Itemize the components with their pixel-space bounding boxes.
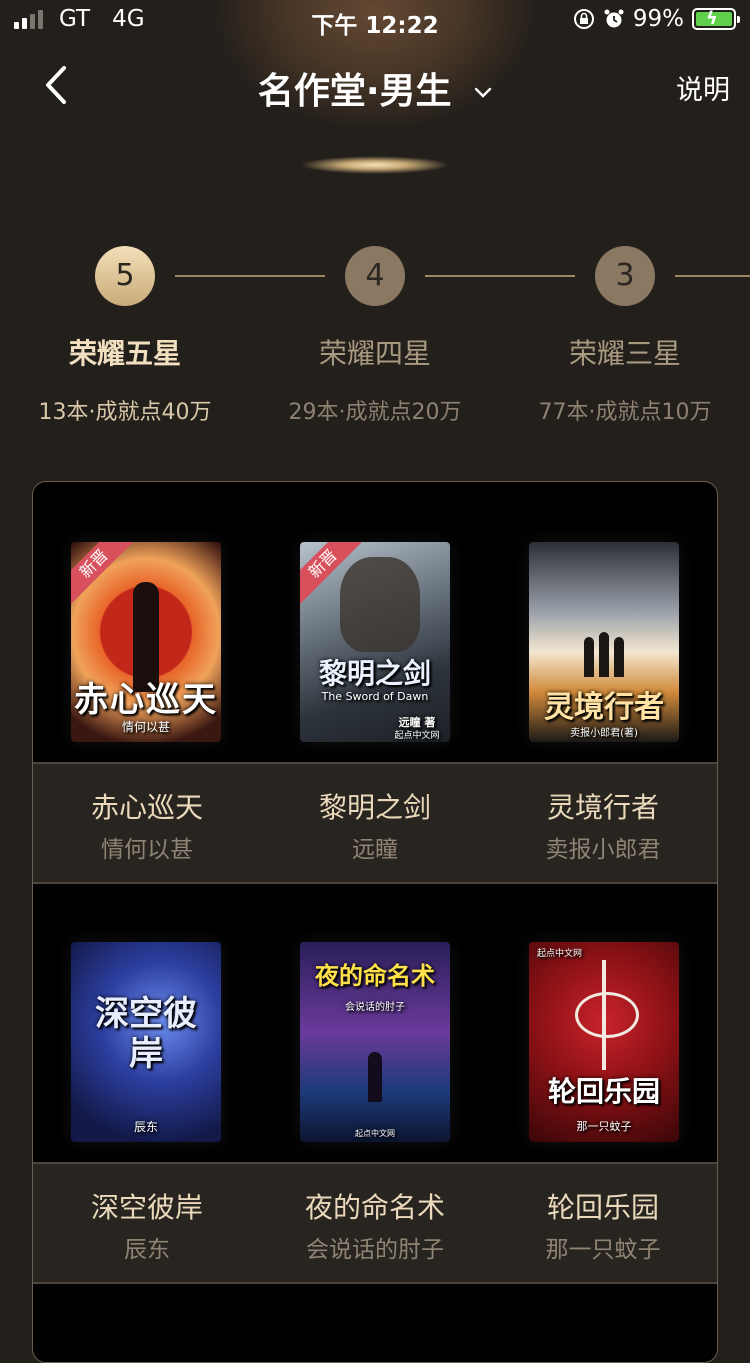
- cover-author: 卖报小郎君(著): [570, 728, 638, 739]
- cover-author: 情何以甚: [121, 720, 170, 734]
- book-title: 夜的命名术: [304, 1191, 445, 1224]
- tier-name: 荣耀四星: [318, 337, 431, 370]
- tier-meta: 13本·成就点40万: [38, 400, 212, 425]
- cover-title: 黎明之剑: [318, 657, 431, 690]
- tier-three-star[interactable]: 3 荣耀三星 77本·成就点10万: [500, 246, 750, 426]
- tier-five-star[interactable]: 5 荣耀五星 13本·成就点40万: [0, 246, 250, 426]
- chevron-down-icon: [474, 87, 492, 98]
- book-author: 会说话的肘子: [306, 1237, 444, 1263]
- book-shelf: 赤心巡天 情何以甚 新晋 黎明之剑 The Sword of Dawn 远瞳 著…: [33, 482, 717, 884]
- page-title[interactable]: 名作堂·男生: [0, 62, 750, 114]
- alarm-icon: [604, 9, 624, 28]
- book-cover-card[interactable]: 赤心巡天 情何以甚 新晋: [71, 542, 221, 742]
- cover-title: 轮回乐园: [547, 1075, 660, 1108]
- status-bar: GT 4G 下午 12:22 99% ϟ: [0, 0, 750, 40]
- help-button[interactable]: 说明: [676, 68, 730, 107]
- book-shelf: 深空彼岸 辰东 夜的命名术 会说话的肘子 起点中文网 起点中文网 轮回乐园 那一…: [33, 882, 717, 1284]
- battery-percent: 99%: [632, 6, 684, 32]
- cover-title: 赤心巡天: [74, 680, 218, 720]
- book-cover-image: 黎明之剑 The Sword of Dawn 远瞳 著 起点中文网 新晋: [300, 542, 450, 742]
- book-cover-image: 赤心巡天 情何以甚 新晋: [71, 542, 221, 742]
- header-glow: [300, 156, 450, 174]
- tier-number-badge: 3: [595, 246, 655, 306]
- cover-title: 夜的命名术: [315, 962, 435, 990]
- cover-author: 辰东: [133, 1120, 158, 1134]
- cover-author: 那一只蚊子: [576, 1120, 632, 1133]
- book-cover-image: 灵境行者 卖报小郎君(著): [529, 542, 679, 742]
- book-caption[interactable]: 灵境行者 卖报小郎君: [489, 786, 717, 864]
- status-right: 99% ϟ: [573, 6, 740, 32]
- book-author: 辰东: [124, 1237, 170, 1263]
- tier-number-badge: 5: [95, 246, 155, 306]
- book-author: 远瞳: [352, 837, 398, 863]
- tier-number-badge: 4: [345, 246, 405, 306]
- book-author: 情何以甚: [101, 837, 193, 863]
- book-cover-card[interactable]: 起点中文网 轮回乐园 那一只蚊子: [529, 942, 679, 1142]
- page-title-text: 名作堂·男生: [257, 71, 452, 112]
- battery-icon: ϟ: [692, 8, 740, 30]
- book-author: 那一只蚊子: [545, 1237, 661, 1263]
- book-title: 赤心巡天: [90, 791, 203, 824]
- cover-title: 深空彼岸: [95, 994, 197, 1074]
- book-cover-card[interactable]: 灵境行者 卖报小郎君(著): [529, 542, 679, 742]
- tier-meta: 29本·成就点20万: [288, 400, 462, 425]
- book-cover-image: 夜的命名术 会说话的肘子 起点中文网: [300, 942, 450, 1142]
- cover-publisher: 起点中文网: [394, 731, 440, 741]
- book-caption[interactable]: 夜的命名术 会说话的肘子: [261, 1186, 489, 1264]
- tier-four-star[interactable]: 4 荣耀四星 29本·成就点20万: [250, 246, 500, 426]
- book-caption[interactable]: 赤心巡天 情何以甚: [33, 786, 261, 864]
- cover-publisher: 起点中文网: [537, 949, 583, 959]
- cover-author: 会说话的肘子: [345, 1002, 405, 1013]
- book-caption[interactable]: 深空彼岸 辰东: [33, 1186, 261, 1264]
- book-cover-card[interactable]: 深空彼岸 辰东: [71, 942, 221, 1142]
- tier-meta: 77本·成就点10万: [538, 400, 712, 425]
- book-cover-image: 深空彼岸 辰东: [71, 942, 221, 1142]
- book-panel: 赤心巡天 情何以甚 新晋 黎明之剑 The Sword of Dawn 远瞳 著…: [32, 481, 718, 1363]
- book-author: 卖报小郎君: [545, 837, 661, 863]
- book-caption[interactable]: 轮回乐园 那一只蚊子: [489, 1186, 717, 1264]
- book-title: 灵境行者: [546, 791, 659, 824]
- book-cover-card[interactable]: 夜的命名术 会说话的肘子 起点中文网: [300, 942, 450, 1142]
- book-cover-card[interactable]: 黎明之剑 The Sword of Dawn 远瞳 著 起点中文网 新晋: [300, 542, 450, 742]
- tier-name: 荣耀三星: [568, 337, 681, 370]
- new-badge: 新晋: [71, 542, 135, 605]
- book-caption[interactable]: 黎明之剑 远瞳: [261, 786, 489, 864]
- cover-publisher: 起点中文网: [355, 1129, 395, 1138]
- book-title: 轮回乐园: [546, 1191, 659, 1224]
- book-cover-image: 起点中文网 轮回乐园 那一只蚊子: [529, 942, 679, 1142]
- cover-title: 灵境行者: [544, 690, 664, 725]
- cover-subtitle: The Sword of Dawn: [321, 690, 429, 703]
- book-title: 黎明之剑: [318, 791, 431, 824]
- book-title: 深空彼岸: [90, 1191, 203, 1224]
- tier-name: 荣耀五星: [68, 337, 181, 370]
- orientation-lock-icon: [573, 9, 594, 29]
